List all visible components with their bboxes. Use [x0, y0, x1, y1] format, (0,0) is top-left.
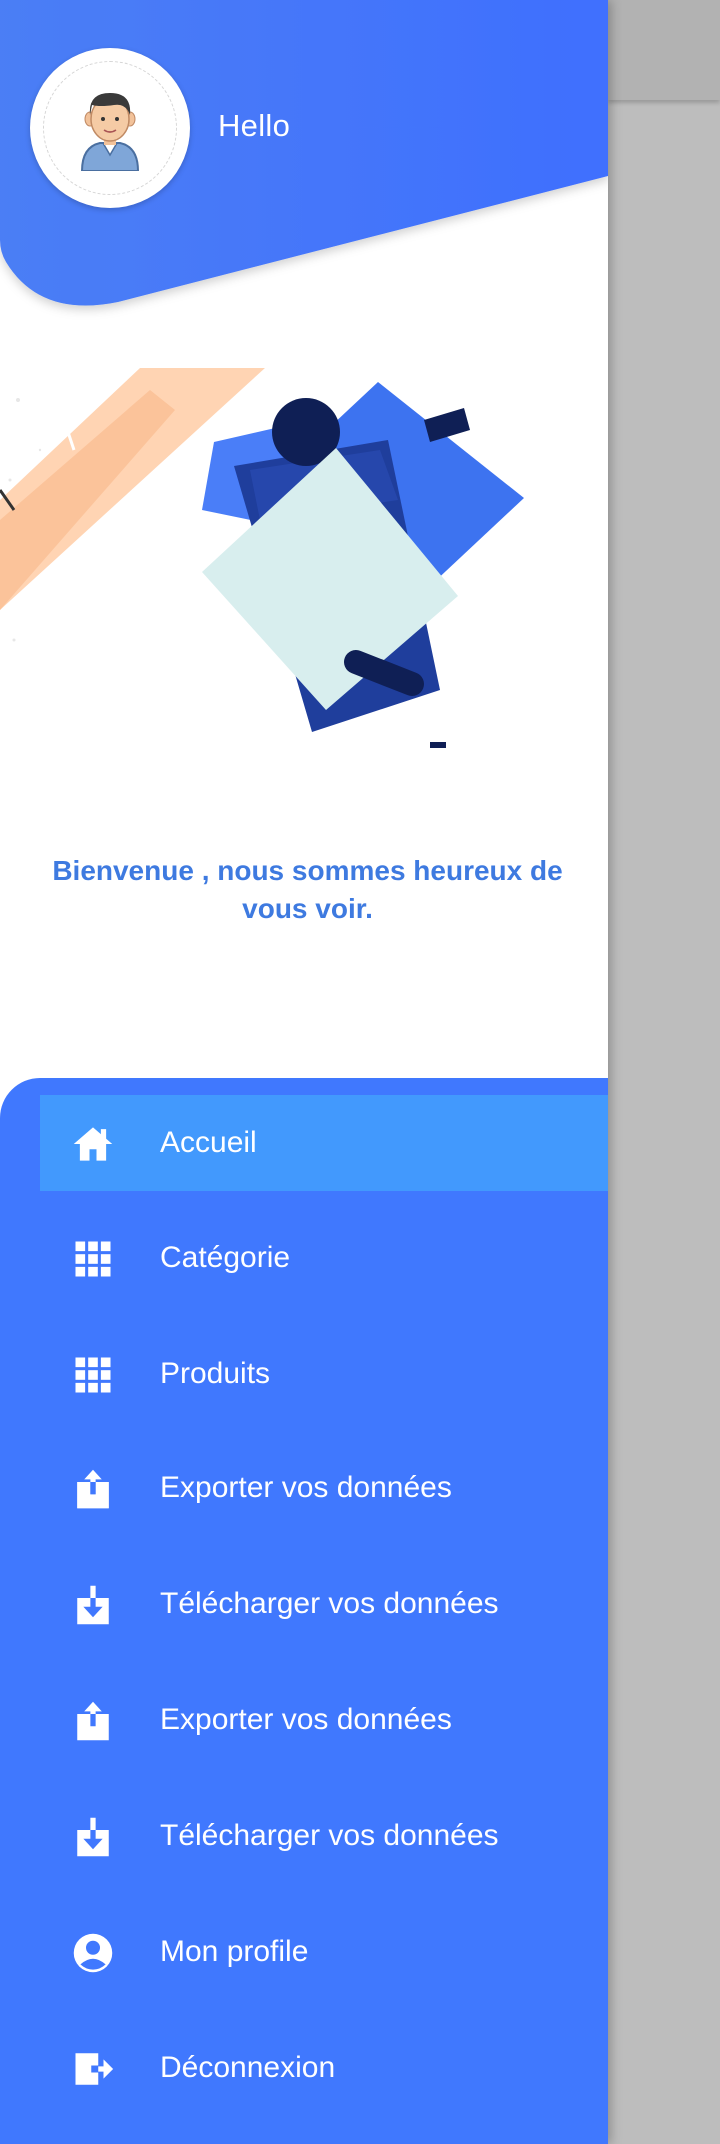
menu-item-label: Exporter vos données	[160, 1471, 452, 1504]
menu-item-label: Télécharger vos données	[160, 1587, 499, 1620]
avatar[interactable]	[30, 48, 190, 208]
menu-item-label: Exporter vos données	[160, 1703, 452, 1736]
user-avatar-icon	[80, 93, 140, 171]
upload-icon	[77, 1469, 109, 1509]
menu-item-label: Mon profile	[160, 1935, 309, 1968]
download-icon	[77, 1817, 109, 1857]
menu-item-label: Déconnexion	[160, 2051, 336, 2084]
menu-item-label: Accueil	[160, 1126, 257, 1159]
greeting-text: Hello	[218, 108, 291, 143]
menu-item-accueil[interactable]: Accueil	[40, 1095, 608, 1191]
upload-icon	[77, 1701, 109, 1741]
menu-item-label: Télécharger vos données	[160, 1819, 499, 1852]
drawer-menu: Accueil Catégorie Produits Exporter vos …	[0, 1078, 608, 2144]
avatar-frame	[43, 61, 177, 195]
menu-item-exporter[interactable]: Exporter vos données	[40, 1440, 608, 1536]
welcome-message: Bienvenue , nous sommes heureux de vous …	[52, 855, 563, 924]
menu-item-deconnexion[interactable]: Déconnexion	[40, 2020, 608, 2116]
menu-item-produits[interactable]: Produits	[40, 1326, 608, 1422]
download-icon	[77, 1585, 109, 1625]
account-circle-icon	[73, 1933, 113, 1973]
menu-item-label: Catégorie	[160, 1241, 291, 1274]
app-bar-behind-scrim	[608, 0, 720, 100]
menu-item-categorie[interactable]: Catégorie	[40, 1210, 608, 1306]
menu-item-mon-profile[interactable]: Mon profile	[40, 1904, 608, 2000]
menu-item-label: Produits	[160, 1357, 271, 1390]
navigation-drawer: Hello Bienvenue , nous sommes heureux de…	[0, 0, 608, 2144]
drawer-scrim[interactable]	[608, 0, 720, 2144]
menu-item-telecharger-2[interactable]: Télécharger vos données	[40, 1788, 608, 1884]
menu-item-telecharger[interactable]: Télécharger vos données	[40, 1556, 608, 1652]
grid-icon	[75, 1241, 111, 1277]
welcome-illustration	[0, 368, 524, 748]
home-icon	[73, 1127, 113, 1161]
menu-item-exporter-2[interactable]: Exporter vos données	[40, 1672, 608, 1768]
grid-icon	[75, 1357, 111, 1393]
logout-icon	[75, 2053, 114, 2085]
